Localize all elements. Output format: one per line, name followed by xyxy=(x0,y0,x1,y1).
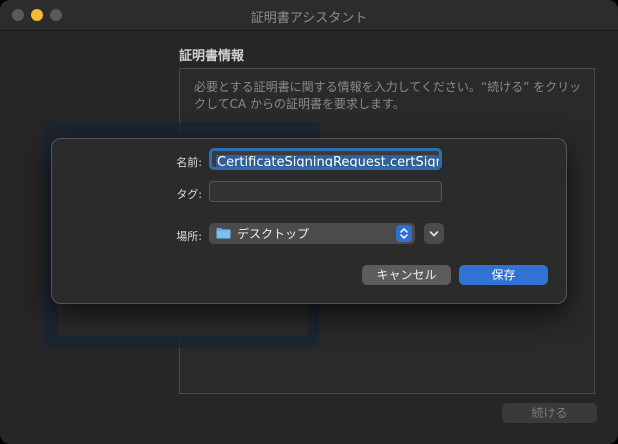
window-title: 証明書アシスタント xyxy=(250,11,368,26)
info-description: 必要とする証明書に関する情報を入力してください。“続ける” をクリックしてCA … xyxy=(194,80,582,111)
certificate-assistant-window: 証明書アシスタント 証明書情報 必要とする証明書に関する情報を入力してください。… xyxy=(0,0,618,444)
save-button[interactable]: 保存 xyxy=(459,265,548,285)
cancel-button[interactable]: キャンセル xyxy=(362,265,451,285)
tag-label: タグ: xyxy=(176,188,202,201)
name-field-value[interactable]: CertificateSigningRequest.certSigni xyxy=(216,155,439,167)
name-field[interactable]: CertificateSigningRequest.certSigni xyxy=(209,148,442,170)
where-value: デスクトップ xyxy=(237,227,310,241)
background-inner-panel xyxy=(58,300,308,336)
where-select[interactable]: デスクトップ xyxy=(209,223,415,244)
section-title: 証明書情報 xyxy=(179,49,245,64)
save-sheet: 名前: CertificateSigningRequest.certSigni … xyxy=(51,138,567,304)
expand-button[interactable] xyxy=(424,223,444,244)
where-label: 場所: xyxy=(176,230,202,243)
tag-field[interactable] xyxy=(209,181,442,202)
continue-button[interactable]: 続ける xyxy=(502,403,597,423)
name-label: 名前: xyxy=(176,156,202,169)
folder-icon xyxy=(216,228,231,239)
title-bar: 証明書アシスタント xyxy=(0,0,618,31)
up-down-chevron-icon[interactable] xyxy=(396,225,412,242)
chevron-down-icon xyxy=(429,231,439,237)
